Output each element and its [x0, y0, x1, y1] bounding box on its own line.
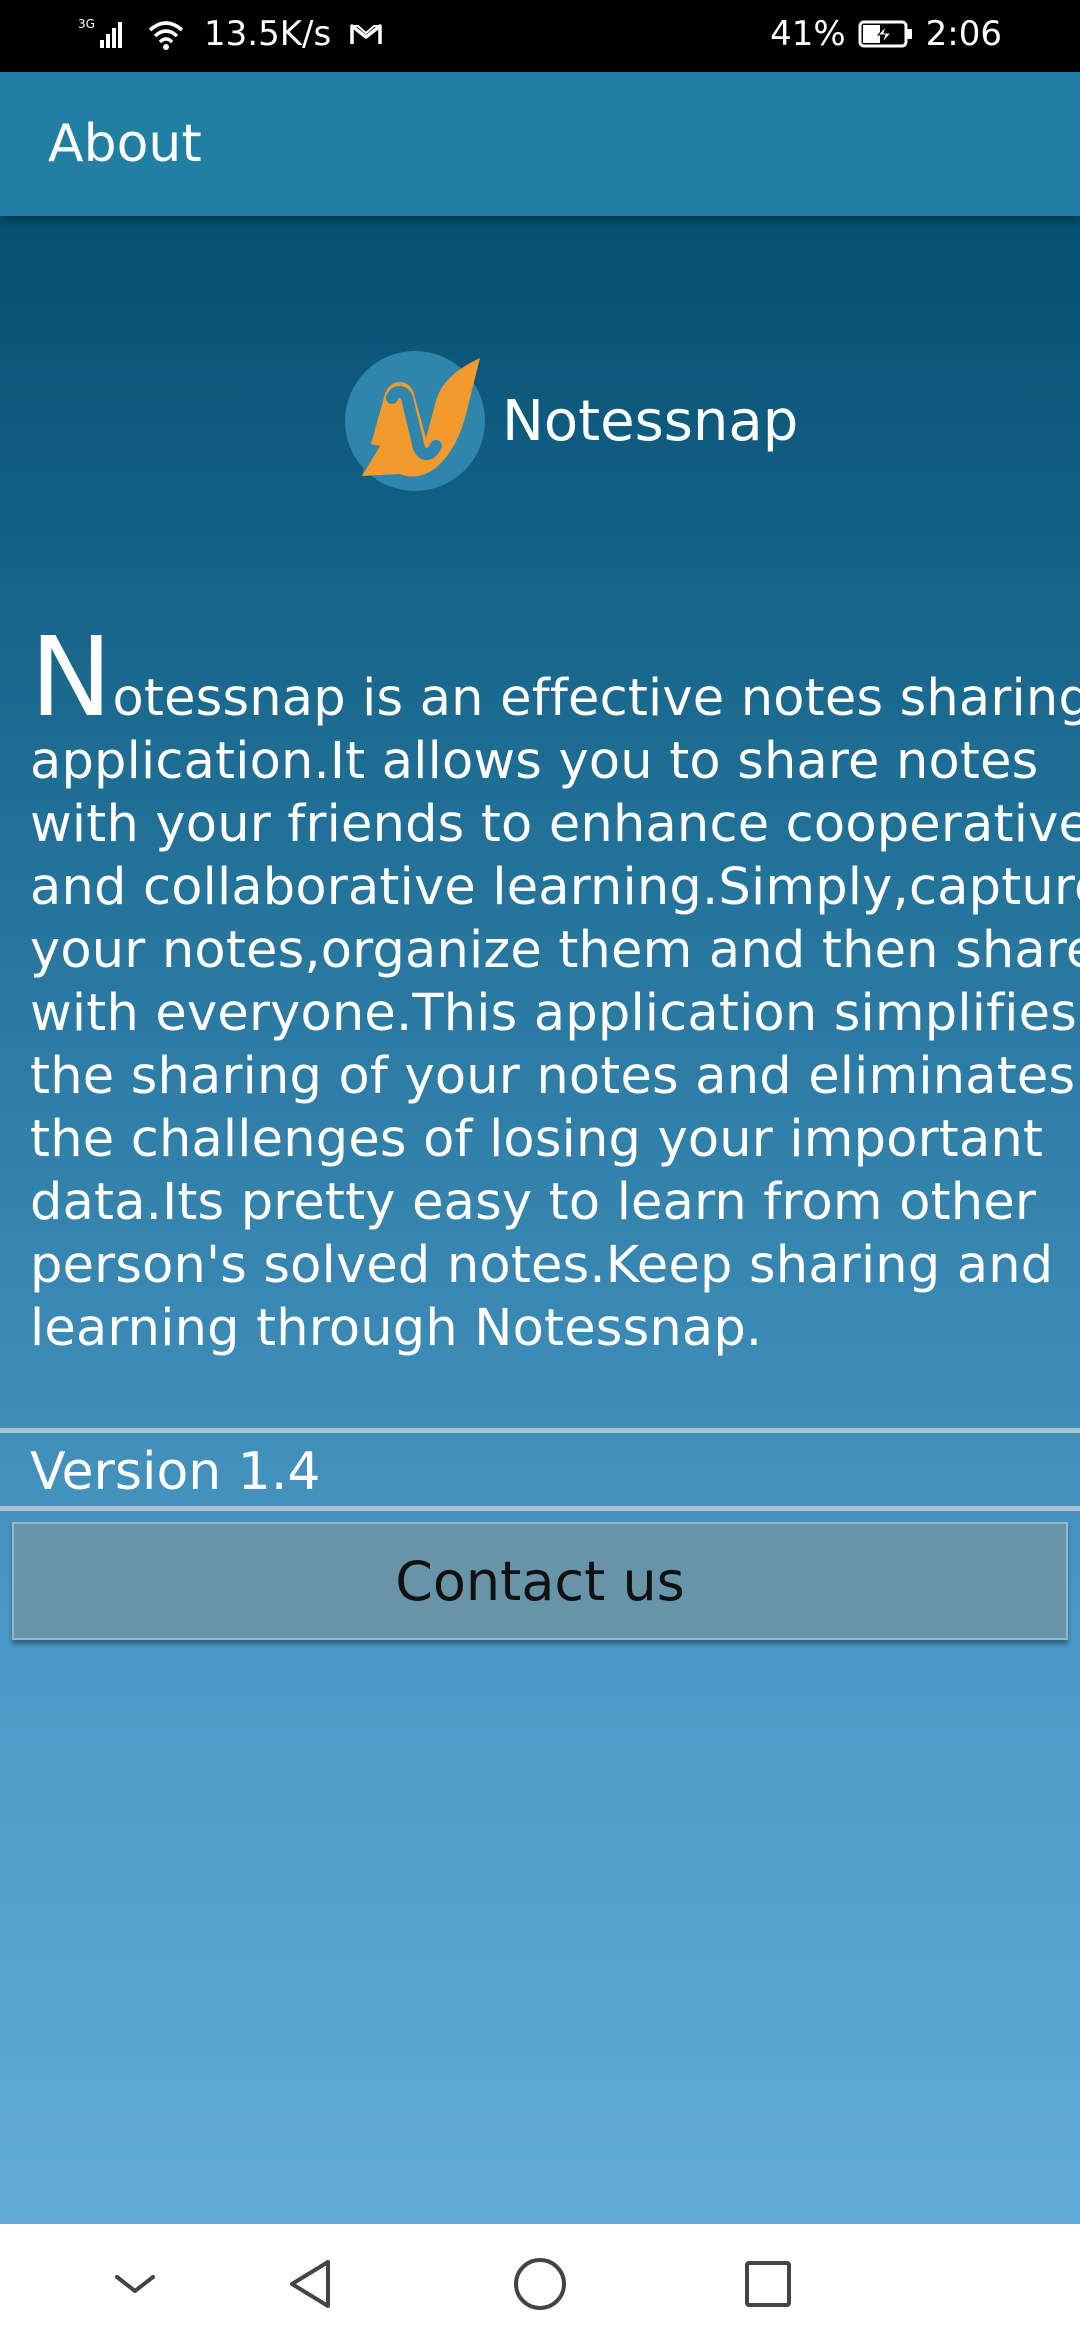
network-speed: 13.5K/s: [204, 14, 332, 54]
screen: 3G 13.5K/s 41% 2:06 About Notessnap Note…: [0, 0, 1080, 2340]
app-logo-row: Notessnap: [340, 346, 798, 496]
description-line: your notes,organize them and then share: [30, 921, 1080, 980]
about-content: Notessnap Notessnap is an effective note…: [0, 216, 1080, 2224]
system-nav-bar: [0, 2224, 1080, 2340]
description-line: application.It allows you to share notes: [30, 732, 1039, 791]
contact-us-button[interactable]: Contact us: [12, 1522, 1068, 1640]
battery-percent: 41%: [770, 14, 846, 54]
home-icon[interactable]: [510, 2254, 570, 2314]
status-left: 3G 13.5K/s: [78, 14, 383, 54]
chevron-down-icon[interactable]: [105, 2254, 165, 2314]
signal-icon: 3G: [78, 16, 128, 52]
gmail-icon: [349, 20, 383, 48]
description-line: the sharing of your notes and eliminates: [30, 1047, 1076, 1106]
description-line: data.Its pretty easy to learn from other: [30, 1173, 1037, 1232]
status-right: 41% 2:06: [770, 14, 1002, 54]
app-description: Notessnap is an effective notes sharing …: [30, 622, 1080, 1360]
page-title: About: [48, 114, 202, 174]
description-line: Notessnap is an effective notes sharing: [30, 622, 1080, 732]
battery-charging-icon: [858, 19, 914, 49]
description-line: and collaborative learning.Simply,captur…: [30, 858, 1080, 917]
divider-bottom: [0, 1506, 1080, 1511]
network-type-label: 3G: [78, 17, 95, 31]
description-line: the challenges of losing your important: [30, 1110, 1044, 1169]
drop-cap: N: [30, 613, 113, 741]
recents-icon[interactable]: [738, 2254, 798, 2314]
description-line: with everyone.This application simplifie…: [30, 984, 1077, 1043]
app-name: Notessnap: [502, 388, 799, 454]
status-bar: 3G 13.5K/s 41% 2:06: [0, 0, 1080, 72]
divider-top: [0, 1428, 1080, 1433]
description-first-line: otessnap is an effective notes sharing: [112, 669, 1080, 728]
notessnap-logo-icon: [340, 346, 490, 496]
description-line: person's solved notes.Keep sharing and: [30, 1236, 1054, 1295]
version-label: Version 1.4: [30, 1442, 321, 1502]
description-line: learning through Notessnap.: [30, 1299, 763, 1358]
back-icon[interactable]: [280, 2254, 340, 2314]
clock: 2:06: [925, 14, 1002, 54]
description-line: with your friends to enhance cooperative: [30, 795, 1080, 854]
app-bar: About: [0, 72, 1080, 216]
wifi-icon: [146, 16, 186, 52]
